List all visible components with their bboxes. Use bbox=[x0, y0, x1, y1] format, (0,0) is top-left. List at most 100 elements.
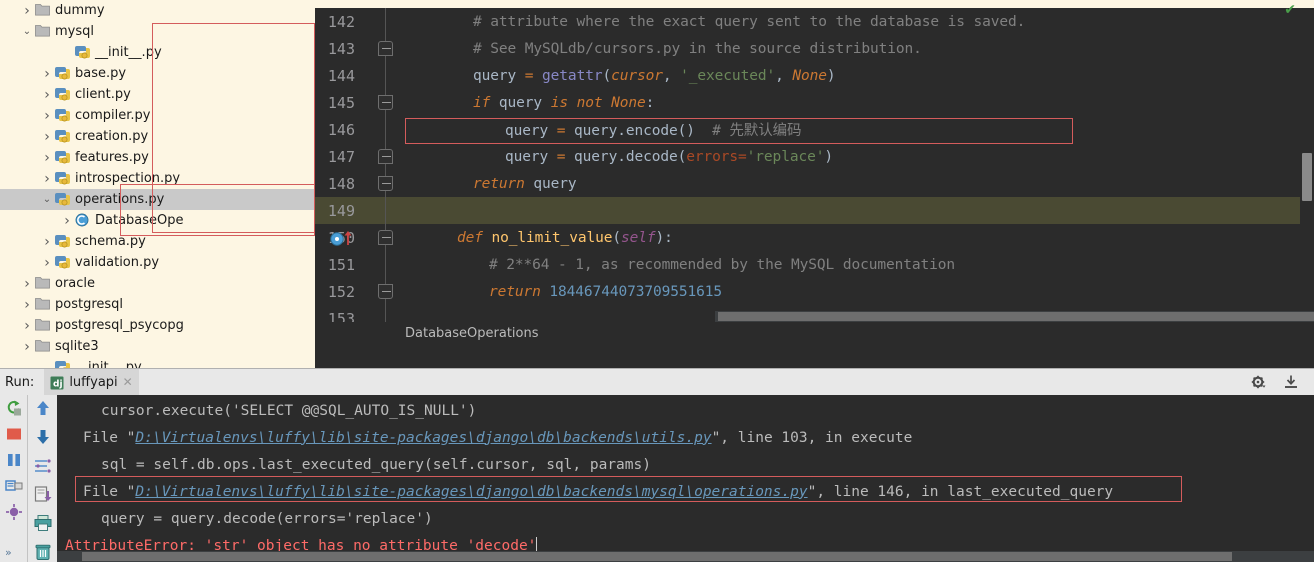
clear-all-icon[interactable] bbox=[32, 542, 54, 562]
scroll-up-icon[interactable] bbox=[32, 398, 54, 418]
tree-item-postgresql[interactable]: › postgresql bbox=[0, 294, 315, 315]
console-horizontal-scrollbar[interactable] bbox=[57, 551, 1314, 562]
tree-item-base-py[interactable]: › base.py bbox=[0, 63, 315, 84]
chevron-right-icon[interactable]: › bbox=[40, 147, 54, 168]
code-line[interactable]: 145 if query is not None: bbox=[315, 89, 1314, 116]
fold-marker[interactable] bbox=[378, 95, 393, 110]
tree-item-mysql[interactable]: ⌄ mysql bbox=[0, 21, 315, 42]
code-token: : bbox=[645, 94, 655, 111]
expand-more-icon[interactable]: » bbox=[5, 546, 12, 559]
tree-item-oracle[interactable]: › oracle bbox=[0, 273, 315, 294]
close-icon[interactable]: ✕ bbox=[123, 375, 133, 389]
chevron-right-icon[interactable]: › bbox=[20, 336, 34, 357]
override-method-icon[interactable] bbox=[329, 229, 359, 247]
editor-vscroll-thumb[interactable] bbox=[1302, 153, 1312, 201]
gutter-icons[interactable] bbox=[330, 224, 409, 251]
fold-marker[interactable] bbox=[378, 284, 393, 299]
gutter-icons[interactable] bbox=[363, 35, 409, 62]
gutter-icons[interactable] bbox=[363, 89, 409, 116]
chevron-down-icon[interactable]: ⌄ bbox=[40, 189, 54, 210]
tree-item--init-py[interactable]: __init__.py bbox=[0, 357, 315, 368]
gutter-icons[interactable] bbox=[363, 170, 409, 197]
chevron-right-icon[interactable]: › bbox=[40, 231, 54, 252]
console-token: File " bbox=[83, 429, 136, 446]
chevron-right-icon[interactable]: › bbox=[20, 294, 34, 315]
chevron-right-icon[interactable]: › bbox=[40, 105, 54, 126]
tree-item-validation-py[interactable]: › validation.py bbox=[0, 252, 315, 273]
code-token: = bbox=[548, 148, 575, 165]
tree-item-postgresql-psycopg[interactable]: › postgresql_psycopg bbox=[0, 315, 315, 336]
gutter-icons[interactable] bbox=[363, 278, 409, 305]
tree-item-creation-py[interactable]: › creation.py bbox=[0, 126, 315, 147]
tree-item-databaseope[interactable]: › DatabaseOpe bbox=[0, 210, 315, 231]
scroll-to-end-icon[interactable] bbox=[32, 484, 54, 504]
console-icon[interactable] bbox=[3, 476, 25, 496]
code-editor[interactable]: 142 # attribute where the exact query sen… bbox=[315, 0, 1314, 345]
gutter-icons[interactable] bbox=[363, 116, 409, 143]
export-icon[interactable] bbox=[1280, 372, 1302, 392]
breadcrumb[interactable]: DatabaseOperations bbox=[405, 323, 539, 345]
run-toolbar-right[interactable] bbox=[27, 395, 57, 562]
code-line[interactable]: 151 # 2**64 - 1, as recommended by the My… bbox=[315, 251, 1314, 278]
chevron-right-icon[interactable]: › bbox=[40, 126, 54, 147]
rerun-icon[interactable] bbox=[3, 398, 25, 418]
chevron-down-icon[interactable]: ⌄ bbox=[20, 21, 34, 42]
chevron-right-icon[interactable]: › bbox=[40, 252, 54, 273]
tree-item-sqlite3[interactable]: › sqlite3 bbox=[0, 336, 315, 357]
tree-item-compiler-py[interactable]: › compiler.py bbox=[0, 105, 315, 126]
scroll-down-icon[interactable] bbox=[32, 427, 54, 447]
tree-item-dummy[interactable]: › dummy bbox=[0, 0, 315, 21]
fold-marker[interactable] bbox=[378, 149, 393, 164]
run-tab-luffyapi[interactable]: dj luffyapi ✕ bbox=[44, 368, 139, 396]
tree-item-features-py[interactable]: › features.py bbox=[0, 147, 315, 168]
chevron-right-icon[interactable]: › bbox=[40, 63, 54, 84]
project-tree-pane[interactable]: › dummy ⌄ mysql __init__.py › base.py › client.p… bbox=[0, 0, 315, 368]
chevron-right-icon[interactable]: › bbox=[40, 84, 54, 105]
editor-vertical-scrollbar[interactable] bbox=[1300, 8, 1314, 345]
code-line[interactable]: 148 return query bbox=[315, 170, 1314, 197]
traceback-link[interactable]: D:\Virtualenvs\luffy\lib\site-packages\d… bbox=[135, 430, 711, 446]
code-token: # 先默认编码 bbox=[694, 123, 802, 139]
gear-icon[interactable] bbox=[1248, 372, 1270, 392]
gutter-icons[interactable] bbox=[363, 143, 409, 170]
code-line[interactable]: 152 return 18446744073709551615 bbox=[315, 278, 1314, 305]
run-toolbar-left[interactable]: » bbox=[0, 395, 27, 562]
tree-item-client-py[interactable]: › client.py bbox=[0, 84, 315, 105]
code-line[interactable]: 147 query = query.decode(errors='replace'… bbox=[315, 143, 1314, 170]
pause-icon[interactable] bbox=[3, 450, 25, 470]
gutter-icons[interactable] bbox=[363, 251, 409, 278]
code-line[interactable]: 146 query = query.encode() # 先默认编码 bbox=[315, 116, 1314, 143]
chevron-right-icon[interactable]: › bbox=[60, 210, 74, 231]
code-line[interactable]: 144 query = getattr(cursor, '_executed', … bbox=[315, 62, 1314, 89]
tree-item--init-py[interactable]: __init__.py bbox=[0, 42, 315, 63]
chevron-right-icon[interactable]: › bbox=[20, 0, 34, 21]
soft-wrap-icon[interactable] bbox=[32, 456, 54, 476]
chevron-right-icon[interactable]: › bbox=[40, 168, 54, 189]
console-hscroll-thumb[interactable] bbox=[82, 552, 1232, 561]
fold-marker[interactable] bbox=[378, 176, 393, 191]
chevron-right-icon[interactable]: › bbox=[20, 273, 34, 294]
chevron-right-icon[interactable]: › bbox=[20, 315, 34, 336]
tree-item-introspection-py[interactable]: › introspection.py bbox=[0, 168, 315, 189]
python-file-icon bbox=[54, 126, 72, 147]
code-line[interactable]: 142 # attribute where the exact query sen… bbox=[315, 8, 1314, 35]
thread-dump-icon[interactable] bbox=[3, 502, 25, 522]
print-icon[interactable] bbox=[32, 513, 54, 533]
tree-item-schema-py[interactable]: › schema.py bbox=[0, 231, 315, 252]
code-line[interactable]: 149 bbox=[315, 197, 1314, 224]
green-check-icon[interactable]: ✔ bbox=[1284, 2, 1296, 18]
fold-marker[interactable] bbox=[378, 41, 393, 56]
gutter-icons[interactable] bbox=[363, 197, 409, 224]
fold-guide-line bbox=[385, 251, 386, 278]
code-line[interactable]: 143 # See MySQLdb/cursors.py in the sourc… bbox=[315, 35, 1314, 62]
fold-marker[interactable] bbox=[378, 230, 393, 245]
editor-hscroll-thumb[interactable] bbox=[718, 312, 1314, 321]
code-line[interactable]: 150def no_limit_value(self): bbox=[315, 224, 1314, 251]
stop-icon[interactable] bbox=[3, 424, 25, 444]
tree-item-label: __init__.py bbox=[95, 45, 162, 60]
gutter-icons[interactable] bbox=[363, 8, 409, 35]
traceback-link[interactable]: D:\Virtualenvs\luffy\lib\site-packages\d… bbox=[135, 484, 807, 500]
run-console[interactable]: cursor.execute('SELECT @@SQL_AUTO_IS_NUL… bbox=[57, 395, 1314, 562]
tree-item-operations-py[interactable]: ⌄ operations.py bbox=[0, 189, 315, 210]
gutter-icons[interactable] bbox=[363, 62, 409, 89]
